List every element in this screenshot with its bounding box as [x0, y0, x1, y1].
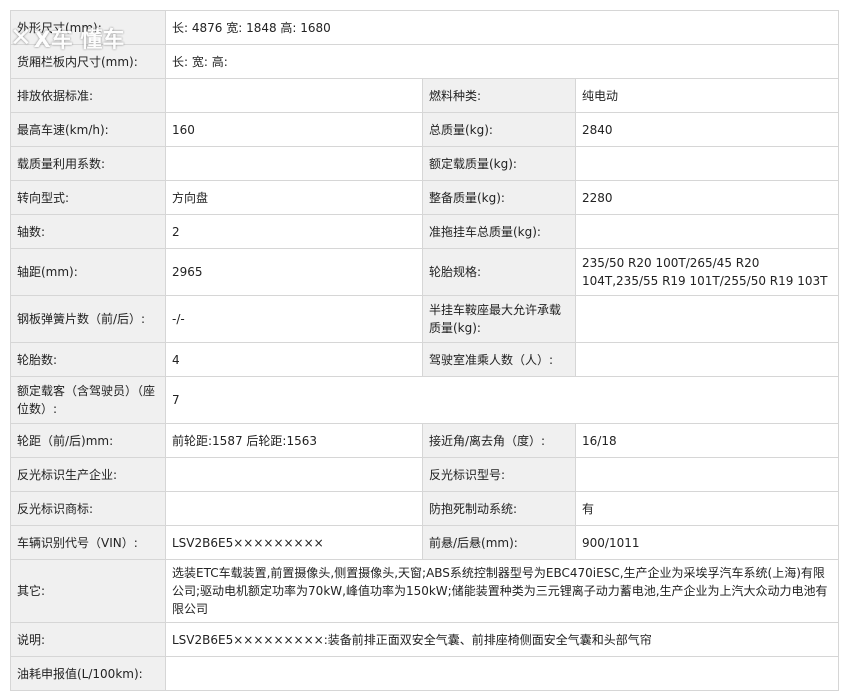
row-value: 有	[576, 492, 839, 525]
row-label: 反光标识商标:	[11, 492, 166, 525]
table-row: 额定载客（含驾驶员）（座位数）: 7	[11, 377, 839, 424]
row-label: 防抱死制动系统:	[423, 492, 576, 525]
table-row: 车辆识别代号（VIN）: LSV2B6E5××××××××× 前悬/后悬(mm)…	[11, 526, 839, 560]
row-value: 7	[166, 377, 839, 423]
table-row: 外形尺寸(mm): 长: 4876 宽: 1848 高: 1680	[11, 11, 839, 45]
row-value	[576, 215, 839, 248]
table-row: 说明: LSV2B6E5×××××××××:装备前排正面双安全气囊、前排座椅侧面…	[11, 623, 839, 657]
row-label: 说明:	[11, 623, 166, 656]
row-label: 整备质量(kg):	[423, 181, 576, 214]
row-value: 方向盘	[166, 181, 423, 214]
vin-value: LSV2B6E5×××××××××	[166, 526, 423, 559]
row-label: 油耗申报值(L/100km):	[11, 657, 166, 690]
row-value	[166, 657, 839, 690]
row-value: 16/18	[576, 424, 839, 457]
row-label: 燃料种类:	[423, 79, 576, 112]
table-row: 转向型式: 方向盘 整备质量(kg): 2280	[11, 181, 839, 215]
row-value	[166, 147, 423, 180]
row-value	[576, 296, 839, 342]
row-label: 轴数:	[11, 215, 166, 248]
watermark-x-icon: ✕	[10, 23, 32, 53]
row-label: 反光标识型号:	[423, 458, 576, 491]
row-label: 额定载客（含驾驶员）（座位数）:	[11, 377, 166, 423]
table-row: 反光标识商标: 防抱死制动系统: 有	[11, 492, 839, 526]
row-value	[166, 458, 423, 491]
row-value: 160	[166, 113, 423, 146]
description-value: LSV2B6E5×××××××××:装备前排正面双安全气囊、前排座椅侧面安全气囊…	[166, 623, 839, 656]
row-label: 钢板弹簧片数（前/后）:	[11, 296, 166, 342]
row-value: 4	[166, 343, 423, 376]
row-value: 900/1011	[576, 526, 839, 559]
row-value: 2280	[576, 181, 839, 214]
site-watermark-logo: ✕ X车 懂车	[10, 22, 124, 54]
table-row: 油耗申报值(L/100km):	[11, 657, 839, 691]
table-row: 轴数: 2 准拖挂车总质量(kg):	[11, 215, 839, 249]
row-label: 轴距(mm):	[11, 249, 166, 295]
row-value	[166, 79, 423, 112]
table-row: 最高车速(km/h): 160 总质量(kg): 2840	[11, 113, 839, 147]
row-value: -/-	[166, 296, 423, 342]
row-label: 总质量(kg):	[423, 113, 576, 146]
row-label: 轮胎数:	[11, 343, 166, 376]
table-row: 排放依据标准: 燃料种类: 纯电动	[11, 79, 839, 113]
row-label: 轮距（前/后)mm:	[11, 424, 166, 457]
tire-spec-value: 235/50 R20 100T/265/45 R20 104T,235/55 R…	[576, 249, 839, 295]
row-label: 排放依据标准:	[11, 79, 166, 112]
watermark-text: X车 懂车	[33, 28, 125, 53]
table-row: 钢板弹簧片数（前/后）: -/- 半挂车鞍座最大允许承载质量(kg):	[11, 296, 839, 343]
row-label: 车辆识别代号（VIN）:	[11, 526, 166, 559]
row-value	[576, 343, 839, 376]
row-label: 半挂车鞍座最大允许承载质量(kg):	[423, 296, 576, 342]
row-label: 轮胎规格:	[423, 249, 576, 295]
row-value: 2840	[576, 113, 839, 146]
row-value: 长: 宽: 高:	[166, 45, 839, 78]
row-label: 最高车速(km/h):	[11, 113, 166, 146]
row-value: 前轮距:1587 后轮距:1563	[166, 424, 423, 457]
row-value: 长: 4876 宽: 1848 高: 1680	[166, 11, 839, 44]
row-value: 纯电动	[576, 79, 839, 112]
row-label: 接近角/离去角（度）:	[423, 424, 576, 457]
row-label: 额定载质量(kg):	[423, 147, 576, 180]
table-row: 轴距(mm): 2965 轮胎规格: 235/50 R20 100T/265/4…	[11, 249, 839, 296]
row-value	[576, 458, 839, 491]
row-label: 反光标识生产企业:	[11, 458, 166, 491]
row-value: 2	[166, 215, 423, 248]
row-value: 2965	[166, 249, 423, 295]
table-row: 轮胎数: 4 驾驶室准乘人数（人）:	[11, 343, 839, 377]
table-row: 反光标识生产企业: 反光标识型号:	[11, 458, 839, 492]
row-label: 前悬/后悬(mm):	[423, 526, 576, 559]
row-label: 转向型式:	[11, 181, 166, 214]
table-row: 轮距（前/后)mm: 前轮距:1587 后轮距:1563 接近角/离去角（度）:…	[11, 424, 839, 458]
row-value	[166, 492, 423, 525]
row-label: 准拖挂车总质量(kg):	[423, 215, 576, 248]
row-label: 其它:	[11, 560, 166, 622]
row-label: 驾驶室准乘人数（人）:	[423, 343, 576, 376]
other-notes-value: 选装ETC车载装置,前置摄像头,侧置摄像头,天窗;ABS系统控制器型号为EBC4…	[166, 560, 839, 622]
table-row: 载质量利用系数: 额定载质量(kg):	[11, 147, 839, 181]
row-label: 载质量利用系数:	[11, 147, 166, 180]
table-row: 其它: 选装ETC车载装置,前置摄像头,侧置摄像头,天窗;ABS系统控制器型号为…	[11, 560, 839, 623]
vehicle-spec-table: 外形尺寸(mm): 长: 4876 宽: 1848 高: 1680 货厢栏板内尺…	[10, 10, 839, 691]
row-value	[576, 147, 839, 180]
table-row: 货厢栏板内尺寸(mm): 长: 宽: 高:	[11, 45, 839, 79]
